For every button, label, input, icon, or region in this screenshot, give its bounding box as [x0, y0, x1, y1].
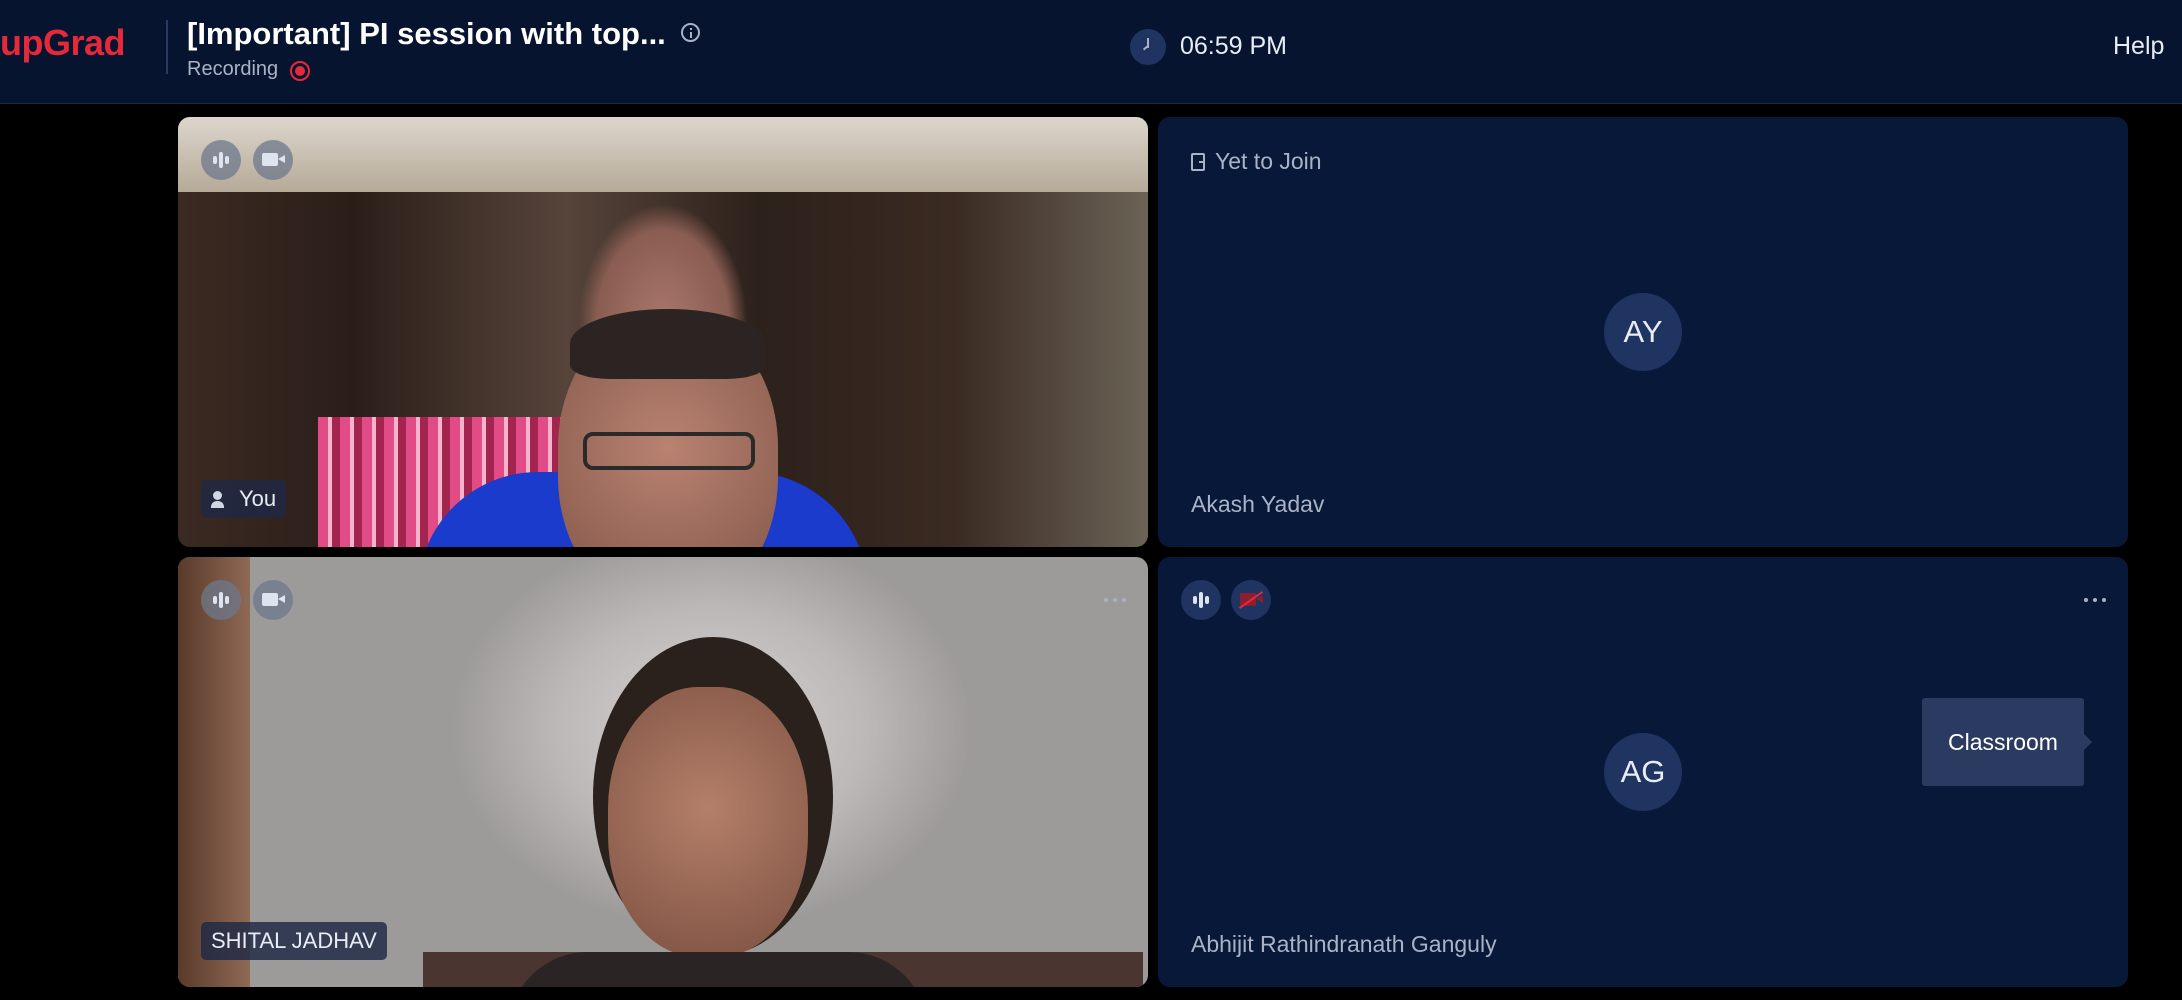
- video-tile-you[interactable]: You: [178, 117, 1148, 547]
- video-feed-face: [608, 687, 808, 957]
- help-link[interactable]: Help: [2113, 32, 2164, 61]
- participant-name: SHITAL JADHAV: [201, 922, 387, 960]
- participant-name: Abhijit Rathindranath Ganguly: [1191, 931, 1497, 957]
- participant-name: You: [239, 486, 277, 511]
- video-feed-glasses: [583, 432, 755, 470]
- camera-off-icon[interactable]: [1231, 580, 1271, 620]
- join-status-label: Yet to Join: [1215, 148, 1322, 174]
- session-title: [Important] PI session with top...: [187, 16, 666, 51]
- mic-icon[interactable]: [1181, 580, 1221, 620]
- participant-name-badge: You: [201, 480, 287, 518]
- video-feed-hair: [570, 309, 766, 379]
- divider: [166, 20, 168, 74]
- door-icon: [1191, 153, 1205, 171]
- video-tile-shital-jadhav[interactable]: SHITAL JADHAV: [178, 557, 1148, 987]
- recording-label: Recording: [187, 58, 279, 80]
- video-feed-background: [178, 117, 1148, 192]
- clock-icon: [1130, 29, 1166, 65]
- recording-icon: [290, 61, 310, 81]
- mic-icon[interactable]: [201, 580, 241, 620]
- upgrad-logo: upGrad: [0, 22, 126, 63]
- more-icon[interactable]: [2084, 596, 2108, 604]
- video-feed-person: [508, 952, 928, 987]
- avatar: AG: [1604, 733, 1682, 811]
- top-bar: upGrad [Important] PI session with top..…: [0, 0, 2182, 104]
- more-icon[interactable]: [1104, 596, 1128, 604]
- video-tile-akash-yadav[interactable]: Yet to Join AY Akash Yadav: [1158, 117, 2128, 547]
- speaker-icon: [211, 490, 231, 508]
- info-icon[interactable]: [681, 23, 700, 42]
- avatar: AY: [1604, 293, 1682, 371]
- participant-name: Akash Yadav: [1191, 491, 1325, 517]
- classroom-tooltip: Classroom: [1922, 698, 2092, 786]
- join-status: Yet to Join: [1191, 148, 1322, 175]
- session-time: 06:59 PM: [1180, 32, 1288, 60]
- camera-icon[interactable]: [253, 140, 293, 180]
- camera-icon[interactable]: [253, 580, 293, 620]
- mic-icon[interactable]: [201, 140, 241, 180]
